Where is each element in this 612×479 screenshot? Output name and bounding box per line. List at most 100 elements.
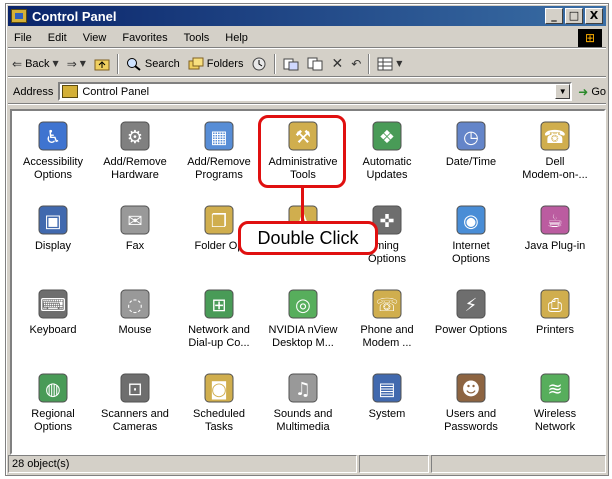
- control-panel-item[interactable]: ♿ Accessibility Options: [12, 117, 94, 195]
- views-button[interactable]: ▼: [373, 57, 406, 71]
- svg-text:◙: ◙: [210, 379, 227, 400]
- forward-button[interactable]: ⇒ ▼: [63, 57, 90, 71]
- control-panel-item[interactable]: ⎙ Printers: [514, 285, 596, 363]
- item-label-line-2: Multimedia: [276, 421, 330, 433]
- control-panel-item[interactable]: ≋ Wireless Network: [514, 369, 596, 447]
- internet-options-icon: ◉: [452, 203, 490, 237]
- item-label: Keyboard: [12, 324, 94, 337]
- display-icon: ▣: [34, 203, 72, 237]
- add-remove-hardware-icon: ⚙: [116, 119, 154, 153]
- svg-text:▣: ▣: [44, 211, 61, 232]
- close-button[interactable]: X: [585, 8, 603, 24]
- address-dropdown-button[interactable]: ▼: [555, 84, 571, 99]
- menu-edit[interactable]: Edit: [40, 32, 75, 44]
- item-label-line-1: Automatic: [362, 156, 412, 168]
- menu-view[interactable]: View: [75, 32, 115, 44]
- status-object-count: 28 object(s): [8, 455, 357, 473]
- control-panel-item[interactable]: ▤ System: [346, 369, 428, 447]
- svg-text:◍: ◍: [45, 379, 61, 400]
- title-bar[interactable]: Control Panel _ □ X: [8, 6, 606, 26]
- svg-text:⊞: ⊞: [211, 295, 226, 316]
- control-panel-item[interactable]: ☕ Java Plug-in: [514, 201, 596, 279]
- regional-options-icon: ◍: [34, 371, 72, 405]
- move-to-button[interactable]: [279, 57, 303, 71]
- scanners-cameras-icon: ⊡: [116, 371, 154, 405]
- item-label-line-1: Scheduled: [193, 408, 245, 420]
- control-panel-item[interactable]: ⚡ Power Options: [430, 285, 512, 363]
- copy-to-button[interactable]: [303, 57, 327, 71]
- control-panel-item[interactable]: ☻ Users and Passwords: [430, 369, 512, 447]
- item-label: Phone and Modem ...: [346, 324, 428, 350]
- add-remove-programs-icon: ▦: [200, 119, 238, 153]
- control-panel-item[interactable]: ✉ Fax: [94, 201, 176, 279]
- item-label-line-2: Passwords: [444, 421, 498, 433]
- search-button[interactable]: Search: [122, 57, 184, 71]
- windows-logo-icon: ⊞: [578, 29, 602, 47]
- svg-text:☏: ☏: [376, 295, 399, 316]
- item-label-line-2: Modem ...: [362, 337, 412, 349]
- control-panel-item[interactable]: ☎ Dell Modem-on-...: [514, 117, 596, 195]
- svg-text:◌: ◌: [127, 295, 143, 316]
- item-label: Scanners and Cameras: [94, 408, 176, 434]
- svg-text:▦: ▦: [210, 127, 227, 148]
- window-controls: _ □ X: [545, 8, 603, 24]
- control-panel-item[interactable]: ◎ NVIDIA nView Desktop M...: [262, 285, 344, 363]
- back-label: Back: [25, 57, 50, 70]
- item-label: Accessibility Options: [12, 156, 94, 182]
- control-panel-item[interactable]: ◍ Regional Options: [12, 369, 94, 447]
- control-panel-item[interactable]: ❖ Automatic Updates: [346, 117, 428, 195]
- item-label-line-2: Dial-up Co...: [188, 337, 250, 349]
- control-panel-item[interactable]: ◉ Internet Options: [430, 201, 512, 279]
- item-label: Display: [12, 240, 94, 253]
- control-panel-item[interactable]: ◷ Date/Time: [430, 117, 512, 195]
- control-panel-item[interactable]: ▣ Display: [12, 201, 94, 279]
- wireless-network-icon: ≋: [536, 371, 574, 405]
- control-panel-item[interactable]: ◙ Scheduled Tasks: [178, 369, 260, 447]
- item-label-line-1: Java Plug-in: [524, 240, 586, 252]
- up-folder-button[interactable]: [90, 57, 114, 71]
- toolbar-separator: [116, 53, 119, 74]
- control-panel-item[interactable]: ▦ Add/Remove Programs: [178, 117, 260, 195]
- go-button[interactable]: ➜ Go: [578, 85, 606, 99]
- control-panel-item[interactable]: ⚙ Add/Remove Hardware: [94, 117, 176, 195]
- svg-text:≋: ≋: [547, 379, 562, 400]
- item-label: Add/Remove Hardware: [94, 156, 176, 182]
- undo-button[interactable]: ↶: [347, 57, 365, 71]
- menu-tools[interactable]: Tools: [176, 32, 218, 44]
- undo-icon: ↶: [351, 56, 362, 71]
- back-button[interactable]: ⇐ Back ▼: [8, 57, 63, 71]
- control-panel-item[interactable]: ⌨ Keyboard: [12, 285, 94, 363]
- folders-button[interactable]: Folders: [184, 57, 248, 71]
- item-label-line-2: Network: [534, 421, 576, 433]
- item-label: Wireless Network: [514, 408, 596, 434]
- menu-help[interactable]: Help: [217, 32, 256, 44]
- control-panel-item[interactable]: ⊞ Network and Dial-up Co...: [178, 285, 260, 363]
- phone-modem-icon: ☏: [368, 287, 406, 321]
- history-button[interactable]: [247, 57, 271, 71]
- svg-text:▤: ▤: [378, 379, 395, 400]
- svg-text:⎙: ⎙: [548, 295, 563, 316]
- highlight-box: [258, 115, 346, 188]
- go-arrow-icon: ➜: [578, 84, 589, 99]
- item-label: Mouse: [94, 324, 176, 337]
- item-label-line-1: Power Options: [434, 324, 508, 336]
- delete-button[interactable]: ✕: [327, 56, 347, 72]
- control-panel-item[interactable]: ☏ Phone and Modem ...: [346, 285, 428, 363]
- maximize-button[interactable]: □: [565, 8, 583, 24]
- minimize-button[interactable]: _: [545, 8, 563, 24]
- toolbar-separator: [368, 53, 371, 74]
- folder-options-icon: ❐: [200, 203, 238, 237]
- menu-favorites[interactable]: Favorites: [114, 32, 175, 44]
- svg-text:☻: ☻: [462, 379, 481, 400]
- item-label-line-1: Dell: [545, 156, 565, 168]
- control-panel-item[interactable]: ♫ Sounds and Multimedia: [262, 369, 344, 447]
- date-time-icon: ◷: [452, 119, 490, 153]
- svg-text:◉: ◉: [463, 211, 479, 232]
- sounds-icon: ♫: [284, 371, 322, 405]
- item-label-line-1: Mouse: [118, 324, 152, 336]
- control-panel-item[interactable]: ⊡ Scanners and Cameras: [94, 369, 176, 447]
- control-panel-item[interactable]: ◌ Mouse: [94, 285, 176, 363]
- menu-file[interactable]: File: [8, 32, 40, 44]
- item-label-line-2: Cameras: [112, 421, 158, 433]
- address-field[interactable]: Control Panel ▼: [58, 82, 573, 101]
